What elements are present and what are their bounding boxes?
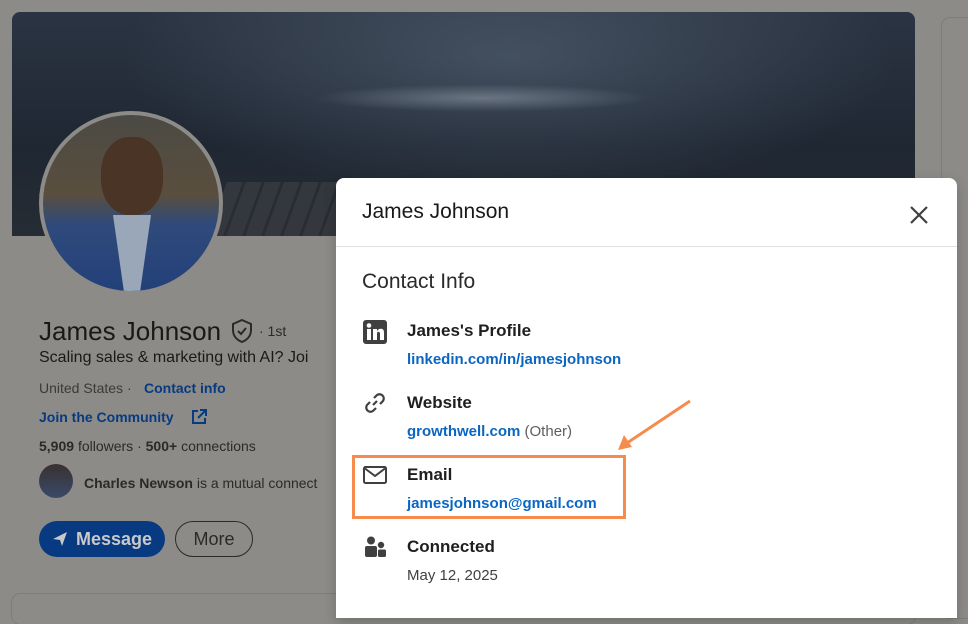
stats-separator: · [137,438,142,454]
mutual-connection-avatar[interactable] [39,464,73,498]
people-icon [365,536,386,557]
profile-item-label: James's Profile [407,321,532,340]
followers-count: 5,909 [39,438,75,454]
close-icon [910,206,928,224]
connection-degree: · 1st [259,323,287,339]
annotation-arrow-icon [618,399,691,450]
avatar-face [101,137,163,215]
modal-header: James Johnson [336,178,957,247]
website-link[interactable]: growthwell.com [407,423,520,440]
send-icon [52,532,67,546]
linkedin-icon [363,320,387,344]
connections-count[interactable]: 500+ [146,438,178,454]
profile-headline: Scaling sales & marketing with AI? Joi [39,349,309,366]
message-button-label: Message [75,528,153,549]
followers-label: followers [77,438,134,454]
avatar-shirt [113,215,151,291]
profile-name: James Johnson [39,316,222,346]
email-highlight-box [352,455,626,519]
connections-label[interactable]: connections [181,438,256,454]
contact-info-link[interactable]: Contact info [144,380,226,396]
mutual-connection-name[interactable]: Charles Newson [84,475,193,491]
modal-title: James Johnson [362,200,510,223]
website-value: growthwell.com (Other) [407,423,572,440]
connected-item-label: Connected [407,537,495,556]
profile-location: United States · [39,380,132,396]
close-button[interactable] [904,200,934,230]
banner-light [312,84,652,112]
mutual-connection-text[interactable]: Charles Newson is a mutual connect [84,475,317,491]
website-item-label: Website [407,393,472,412]
profile-url-link[interactable]: linkedin.com/in/jamesjohnson [407,351,621,368]
join-community-link[interactable]: Join the Community [39,409,174,425]
profile-avatar[interactable] [39,111,223,295]
website-type: (Other) [524,423,573,440]
profile-stats: 5,909 followers · 500+ connections [39,438,256,454]
contact-info-heading: Contact Info [362,270,476,293]
verified-shield-icon[interactable] [231,319,253,343]
connected-date: May 12, 2025 [407,567,498,584]
external-link-icon[interactable] [190,408,208,426]
mutual-connection-suffix: is a mutual connect [196,475,318,491]
message-button[interactable]: Message [39,521,165,557]
link-icon [365,393,385,413]
more-button[interactable]: More [175,521,253,557]
